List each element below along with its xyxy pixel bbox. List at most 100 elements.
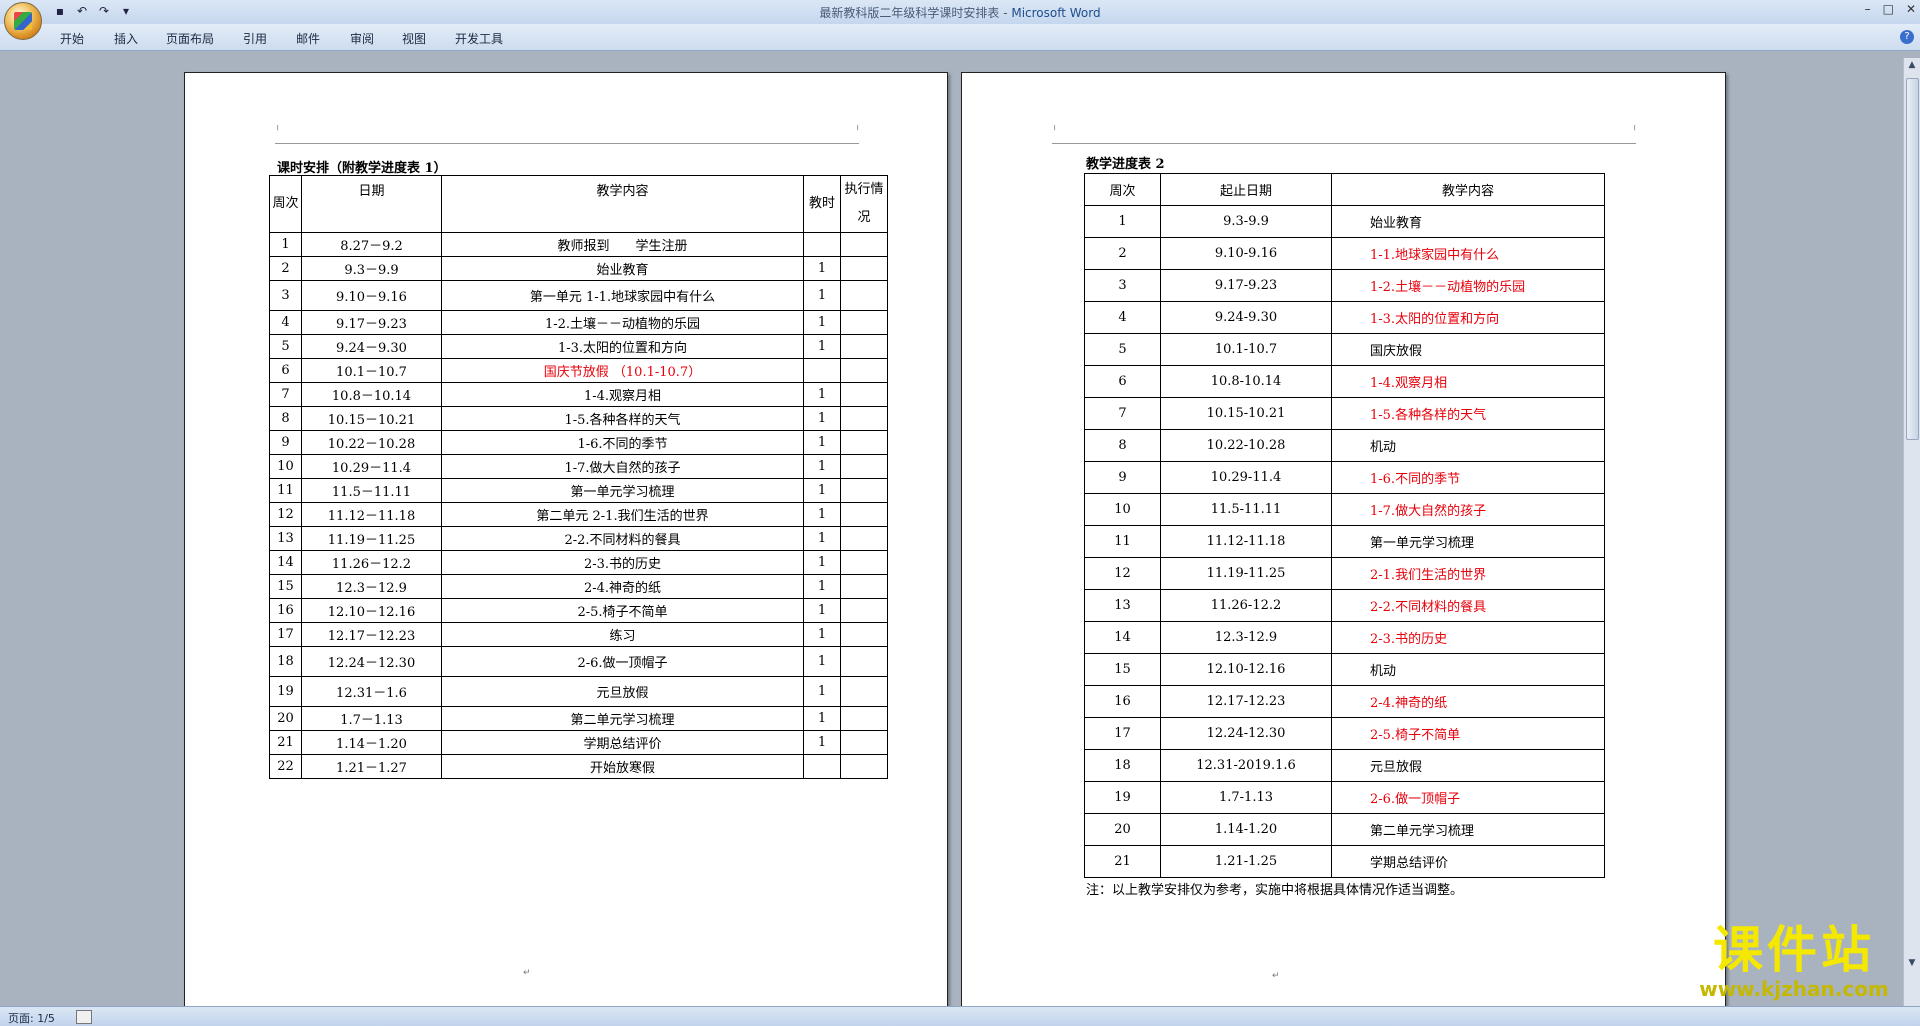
cell-status [840, 598, 888, 623]
page-indicator[interactable]: 页面: 1/5 [8, 1010, 55, 1026]
cell-date: 10.1-10.7 [1160, 333, 1332, 366]
table-row: 3 9.10－9.16 第一单元 1-1.地球家园中有什么 1 [269, 280, 888, 311]
maximize-icon[interactable]: □ [1883, 2, 1894, 16]
cell-status [840, 574, 888, 599]
schedule-table: 周次 日期 教学内容 教时 执行情况 1 8.27－9.2 教师报到 学生注册 2 9.… [269, 175, 888, 779]
table-row: 19 1.7-1.13 2-6.做一顶帽子 [1084, 781, 1605, 814]
cell-week: 8 [1084, 429, 1161, 462]
tab-references[interactable]: 引用 [243, 30, 267, 47]
cell-date: 9.10-9.16 [1160, 237, 1332, 270]
cell-week: 7 [269, 382, 302, 407]
cell-week: 21 [1084, 845, 1161, 878]
proofing-icon[interactable] [76, 1010, 92, 1024]
cell-date: 1.21-1.25 [1160, 845, 1332, 878]
cell-content: 1-4.观察月相 [441, 382, 804, 407]
cell-week: 3 [1084, 269, 1161, 302]
table-row: 15 12.3－12.9 2-4.神奇的纸 1 [269, 574, 888, 599]
table-row: 13 11.26-12.2 2-2.不同材料的餐具 [1084, 589, 1605, 622]
table-row: 12 11.12－11.18 第二单元 2-1.我们生活的世界 1 [269, 502, 888, 527]
cell-hours [803, 232, 841, 257]
cell-date: 12.3-12.9 [1160, 621, 1332, 654]
cell-content: 第一单元学习梳理 [441, 478, 804, 503]
document-page-2: ╷ ╷ 教学进度表 2 周次 起止日期 教学内容 1 9.3-9.9 始业教育 2 9.… [961, 72, 1726, 1008]
cell-hours: 1 [803, 646, 841, 677]
tab-page-layout[interactable]: 页面布局 [166, 30, 214, 47]
cell-hours: 1 [803, 334, 841, 359]
tab-insert[interactable]: 插入 [114, 30, 138, 47]
window-controls: – □ ✕ [1865, 2, 1916, 16]
cell-content: 2-6.做一顶帽子 [1331, 781, 1605, 814]
header-week: 周次 [269, 175, 302, 233]
cell-week: 22 [269, 754, 302, 779]
cell-date: 9.17－9.23 [301, 310, 442, 335]
table-row: 9 10.22－10.28 1-6.不同的季节 1 [269, 430, 888, 455]
cell-content: 机动 [1331, 429, 1605, 462]
cell-week: 14 [269, 550, 302, 575]
cell-hours: 1 [803, 430, 841, 455]
cell-status [840, 280, 888, 311]
cell-hours: 1 [803, 622, 841, 647]
help-icon[interactable]: ? [1900, 30, 1914, 44]
cell-status [840, 706, 888, 731]
minimize-icon[interactable]: – [1865, 2, 1871, 16]
table-row: 3 9.17-9.23 1-2.土壤－－动植物的乐园 [1084, 269, 1605, 302]
cell-date: 1.7-1.13 [1160, 781, 1332, 814]
cell-content: 始业教育 [1331, 205, 1605, 238]
cell-content: 教师报到 学生注册 [441, 232, 804, 257]
cell-date: 12.3－12.9 [301, 574, 442, 599]
cell-content: 2-6.做一顶帽子 [441, 646, 804, 677]
cell-content: 1-1.地球家园中有什么 [1331, 237, 1605, 270]
cell-content: 机动 [1331, 653, 1605, 686]
cell-status [840, 550, 888, 575]
table-row: 4 9.17－9.23 1-2.土壤－－动植物的乐园 1 [269, 310, 888, 335]
cell-week: 12 [1084, 557, 1161, 590]
cell-status [840, 454, 888, 479]
cell-week: 7 [1084, 397, 1161, 430]
cell-date: 12.17-12.23 [1160, 685, 1332, 718]
office-button[interactable] [4, 2, 42, 40]
close-icon[interactable]: ✕ [1906, 2, 1916, 16]
tab-developer[interactable]: 开发工具 [455, 30, 503, 47]
cell-week: 10 [1084, 493, 1161, 526]
cell-date: 1.21－1.27 [301, 754, 442, 779]
tab-view[interactable]: 视图 [402, 30, 426, 47]
cell-hours: 1 [803, 382, 841, 407]
cell-hours: 1 [803, 706, 841, 731]
cell-hours: 1 [803, 676, 841, 707]
cell-week: 12 [269, 502, 302, 527]
tab-home[interactable]: 开始 [60, 30, 84, 47]
cell-week: 11 [1084, 525, 1161, 558]
table-row: 14 11.26－12.2 2-3.书的历史 1 [269, 550, 888, 575]
cell-date: 10.1－10.7 [301, 358, 442, 383]
page-caption: 教学进度表 2 [1086, 157, 1165, 172]
cell-date: 12.17－12.23 [301, 622, 442, 647]
header-date: 起止日期 [1160, 173, 1332, 206]
cell-content: 第二单元学习梳理 [441, 706, 804, 731]
cell-date: 12.31－1.6 [301, 676, 442, 707]
cell-hours: 1 [803, 406, 841, 431]
cell-content: 元旦放假 [441, 676, 804, 707]
table-row: 12 11.19-11.25 2-1.我们生活的世界 [1084, 557, 1605, 590]
table-row: 1 9.3-9.9 始业教育 [1084, 205, 1605, 238]
scroll-up-icon[interactable]: ▲ [1904, 60, 1920, 72]
cell-content: 1-5.各种各样的天气 [1331, 397, 1605, 430]
vertical-scrollbar[interactable]: ▲ ▼ [1903, 58, 1920, 1006]
cell-week: 16 [269, 598, 302, 623]
cell-date: 1.14-1.20 [1160, 813, 1332, 846]
cell-date: 10.8-10.14 [1160, 365, 1332, 398]
tab-review[interactable]: 审阅 [350, 30, 374, 47]
cell-status [840, 646, 888, 677]
cell-week: 10 [269, 454, 302, 479]
cell-date: 12.31-2019.1.6 [1160, 749, 1332, 782]
table-row: 19 12.31－1.6 元旦放假 1 [269, 676, 888, 707]
cell-week: 1 [269, 232, 302, 257]
table-row: 18 12.24－12.30 2-6.做一顶帽子 1 [269, 646, 888, 677]
cell-week: 21 [269, 730, 302, 755]
cell-date: 1.14－1.20 [301, 730, 442, 755]
cell-content: 2-2.不同材料的餐具 [1331, 589, 1605, 622]
footnote: 注：以上教学安排仅为参考，实施中将根据具体情况作适当调整。 [1086, 883, 1464, 898]
cell-content: 学期总结评价 [441, 730, 804, 755]
tab-mailings[interactable]: 邮件 [296, 30, 320, 47]
scrollbar-thumb[interactable] [1906, 78, 1919, 440]
cell-content: 1-3.太阳的位置和方向 [441, 334, 804, 359]
